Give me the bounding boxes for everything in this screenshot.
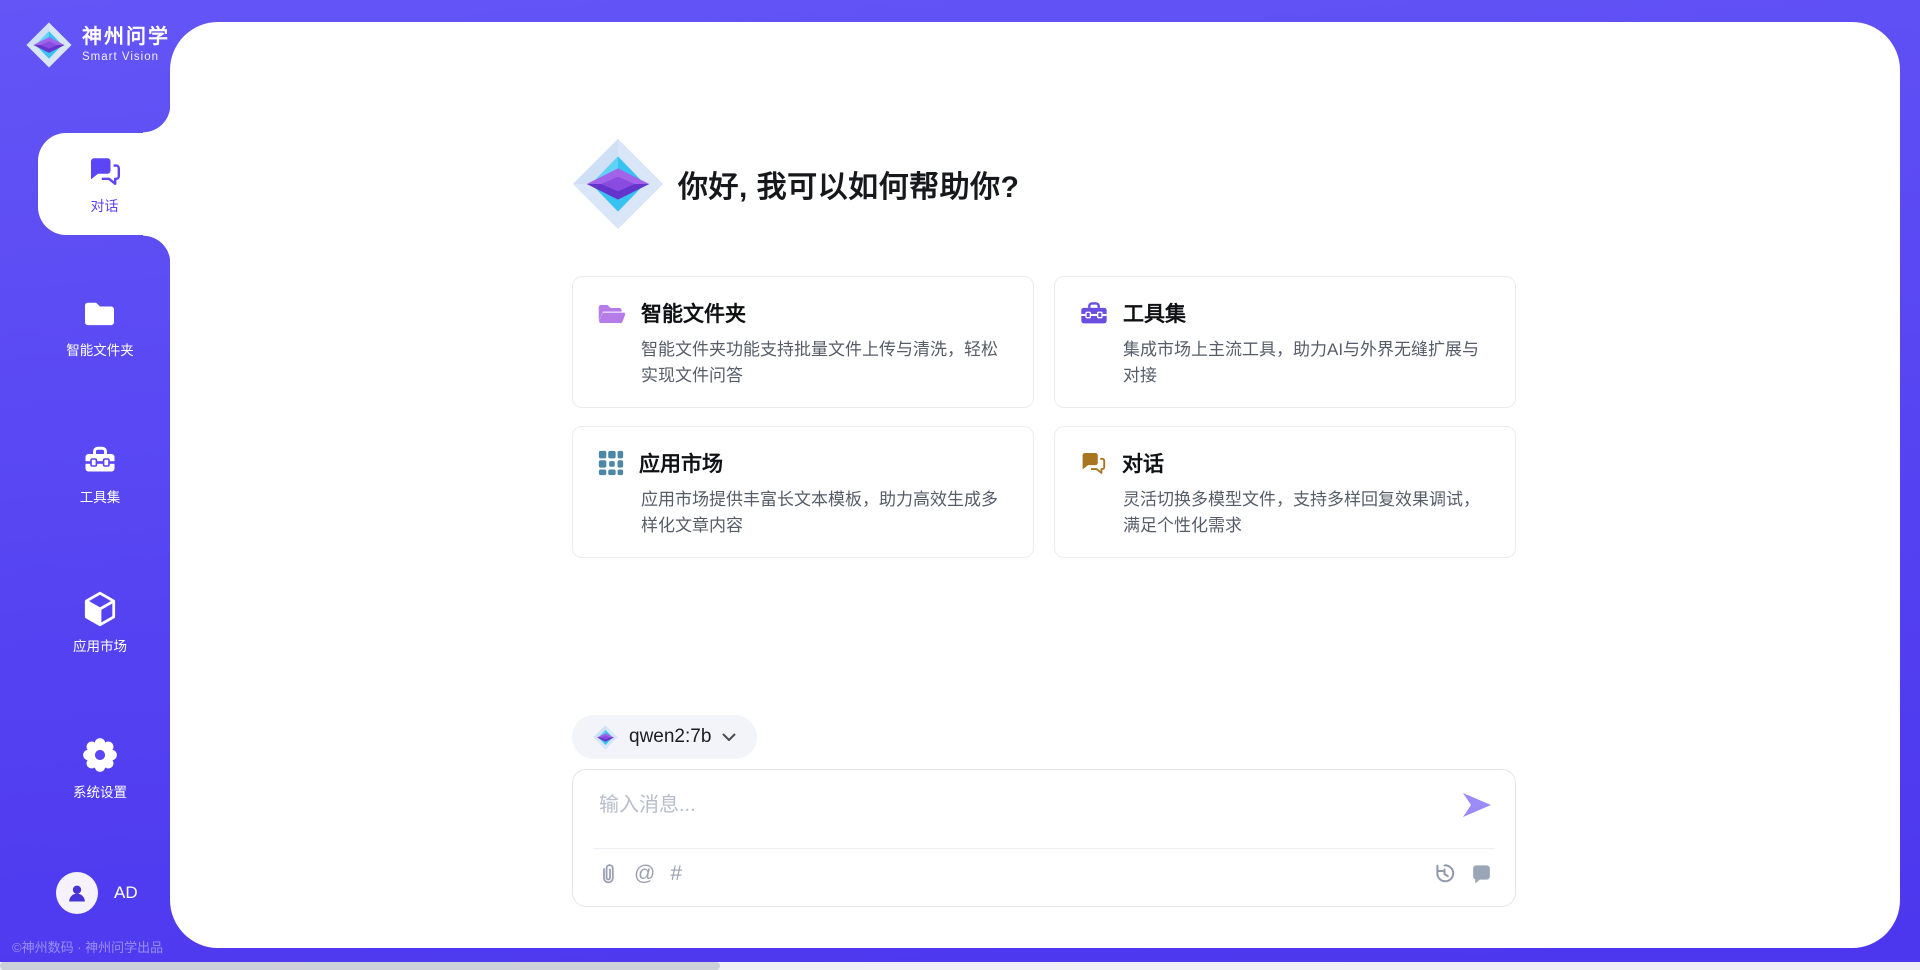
sidebar-footer-credit: ©神州数码 · 神州问学出品 — [12, 937, 163, 956]
briefcase-icon — [1079, 299, 1109, 327]
at-mention-icon[interactable]: @ — [634, 863, 655, 885]
person-icon — [65, 881, 89, 905]
folder-icon — [81, 296, 119, 332]
composer-divider — [593, 848, 1495, 849]
sidebar-item-chat[interactable]: 对话 — [38, 133, 171, 235]
card-title: 应用市场 — [639, 448, 723, 478]
horizontal-scrollbar — [0, 962, 1920, 970]
app-window: 神州问学 Smart Vision 对话 智能文件夹 — [0, 0, 1920, 970]
chat-bubbles-icon — [1079, 449, 1108, 477]
composer-tools-right — [1433, 862, 1493, 885]
card-description: 智能文件夹功能支持批量文件上传与清洗，轻松实现文件问答 — [597, 337, 1009, 389]
sidebar-item-label: 系统设置 — [73, 781, 127, 801]
grid-icon — [597, 449, 625, 477]
sidebar-item-label: 对话 — [91, 196, 119, 216]
message-input[interactable] — [597, 786, 1441, 842]
comment-icon[interactable] — [1470, 862, 1493, 885]
hash-topic-icon[interactable]: # — [670, 863, 682, 885]
card-smart-folder[interactable]: 智能文件夹 智能文件夹功能支持批量文件上传与清洗，轻松实现文件问答 — [572, 276, 1034, 408]
card-description: 应用市场提供丰富长文本模板，助力高效生成多样化文章内容 — [597, 487, 1009, 539]
model-name: qwen2:7b — [629, 726, 711, 748]
user-profile[interactable]: AD — [56, 872, 138, 914]
cube-icon — [81, 590, 119, 628]
card-title: 智能文件夹 — [641, 298, 746, 328]
sidebar-item-toolset[interactable]: 工具集 — [15, 443, 185, 506]
history-icon[interactable] — [1433, 862, 1456, 885]
send-icon[interactable] — [1463, 793, 1491, 817]
main-panel: 你好, 我可以如何帮助你? 智能文件夹 智能文件夹功能支持批量文件上传与清洗，轻… — [170, 22, 1900, 948]
brand-logo-gem-icon — [26, 22, 72, 68]
greeting-title: 你好, 我可以如何帮助你? — [678, 162, 1020, 206]
sidebar-item-label: 应用市场 — [73, 635, 127, 655]
gear-icon — [81, 736, 119, 774]
greeting: 你好, 我可以如何帮助你? — [572, 138, 1020, 230]
sidebar-item-app-market[interactable]: 应用市场 — [15, 590, 185, 655]
brand: 神州问学 Smart Vision — [26, 22, 170, 68]
chat-icon — [86, 153, 124, 189]
sidebar-item-label: 智能文件夹 — [66, 339, 134, 359]
toolbox-icon — [81, 443, 119, 479]
card-app-market[interactable]: 应用市场 应用市场提供丰富长文本模板，助力高效生成多样化文章内容 — [572, 426, 1034, 558]
sidebar-item-smart-folder[interactable]: 智能文件夹 — [15, 296, 185, 359]
greeting-logo-gem-icon — [572, 138, 664, 230]
sidebar-item-label: 工具集 — [80, 486, 121, 506]
attachment-icon[interactable] — [597, 862, 619, 886]
card-title: 对话 — [1122, 448, 1164, 478]
user-initials: AD — [114, 883, 138, 903]
model-selector[interactable]: qwen2:7b — [572, 715, 757, 759]
brand-name: 神州问学 — [82, 26, 170, 48]
card-description: 集成市场上主流工具，助力AI与外界无缝扩展与对接 — [1079, 337, 1491, 389]
sidebar: 神州问学 Smart Vision 对话 智能文件夹 — [0, 0, 170, 970]
brand-subtitle: Smart Vision — [82, 51, 170, 64]
sidebar-item-settings[interactable]: 系统设置 — [15, 736, 185, 801]
model-gem-icon — [593, 725, 618, 750]
horizontal-scrollbar-thumb[interactable] — [0, 962, 720, 970]
avatar — [56, 872, 98, 914]
chevron-down-icon — [722, 733, 736, 742]
card-chat[interactable]: 对话 灵活切换多模型文件，支持多样回复效果调试，满足个性化需求 — [1054, 426, 1516, 558]
card-title: 工具集 — [1123, 298, 1186, 328]
composer-tools-left: @ # — [597, 862, 682, 886]
card-toolset[interactable]: 工具集 集成市场上主流工具，助力AI与外界无缝扩展与对接 — [1054, 276, 1516, 408]
feature-cards: 智能文件夹 智能文件夹功能支持批量文件上传与清洗，轻松实现文件问答 工具 — [572, 276, 1516, 558]
card-description: 灵活切换多模型文件，支持多样回复效果调试，满足个性化需求 — [1079, 487, 1491, 539]
message-composer: @ # — [572, 769, 1516, 907]
folder-open-icon — [597, 299, 627, 327]
